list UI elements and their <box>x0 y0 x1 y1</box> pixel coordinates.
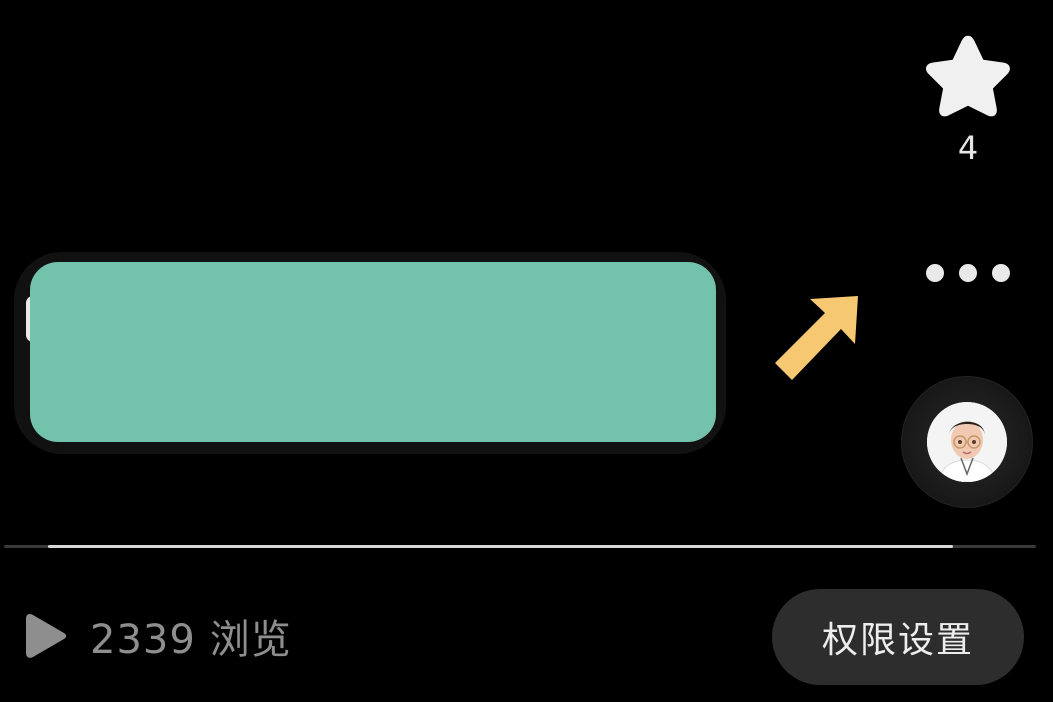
more-dot-right <box>992 264 1010 282</box>
view-count: 2339 浏览 <box>24 606 306 666</box>
more-dots-icon <box>926 264 944 282</box>
favorite-count: 4 <box>957 129 979 167</box>
video-progress-fill <box>48 545 954 548</box>
arrow-up-right-icon <box>775 296 858 380</box>
star-icon <box>926 35 1010 117</box>
play-icon <box>26 614 67 658</box>
favorite-button[interactable]: 4 <box>918 30 1018 166</box>
video-screen: 4 2339 浏览 权限设置 <box>0 0 1053 702</box>
video-progress-bar[interactable] <box>4 545 1036 548</box>
avatar-illustration <box>927 402 1007 482</box>
views-text: 2339 浏览 <box>90 607 306 665</box>
views-count: 2339 <box>90 617 196 663</box>
more-button[interactable] <box>923 255 1013 291</box>
more-dot-middle <box>959 264 977 282</box>
redacted-caption <box>30 262 716 442</box>
avatar-icon[interactable] <box>927 402 1007 482</box>
permission-settings-button[interactable]: 权限设置 <box>772 589 1024 685</box>
views-label: 浏览 <box>209 617 292 663</box>
